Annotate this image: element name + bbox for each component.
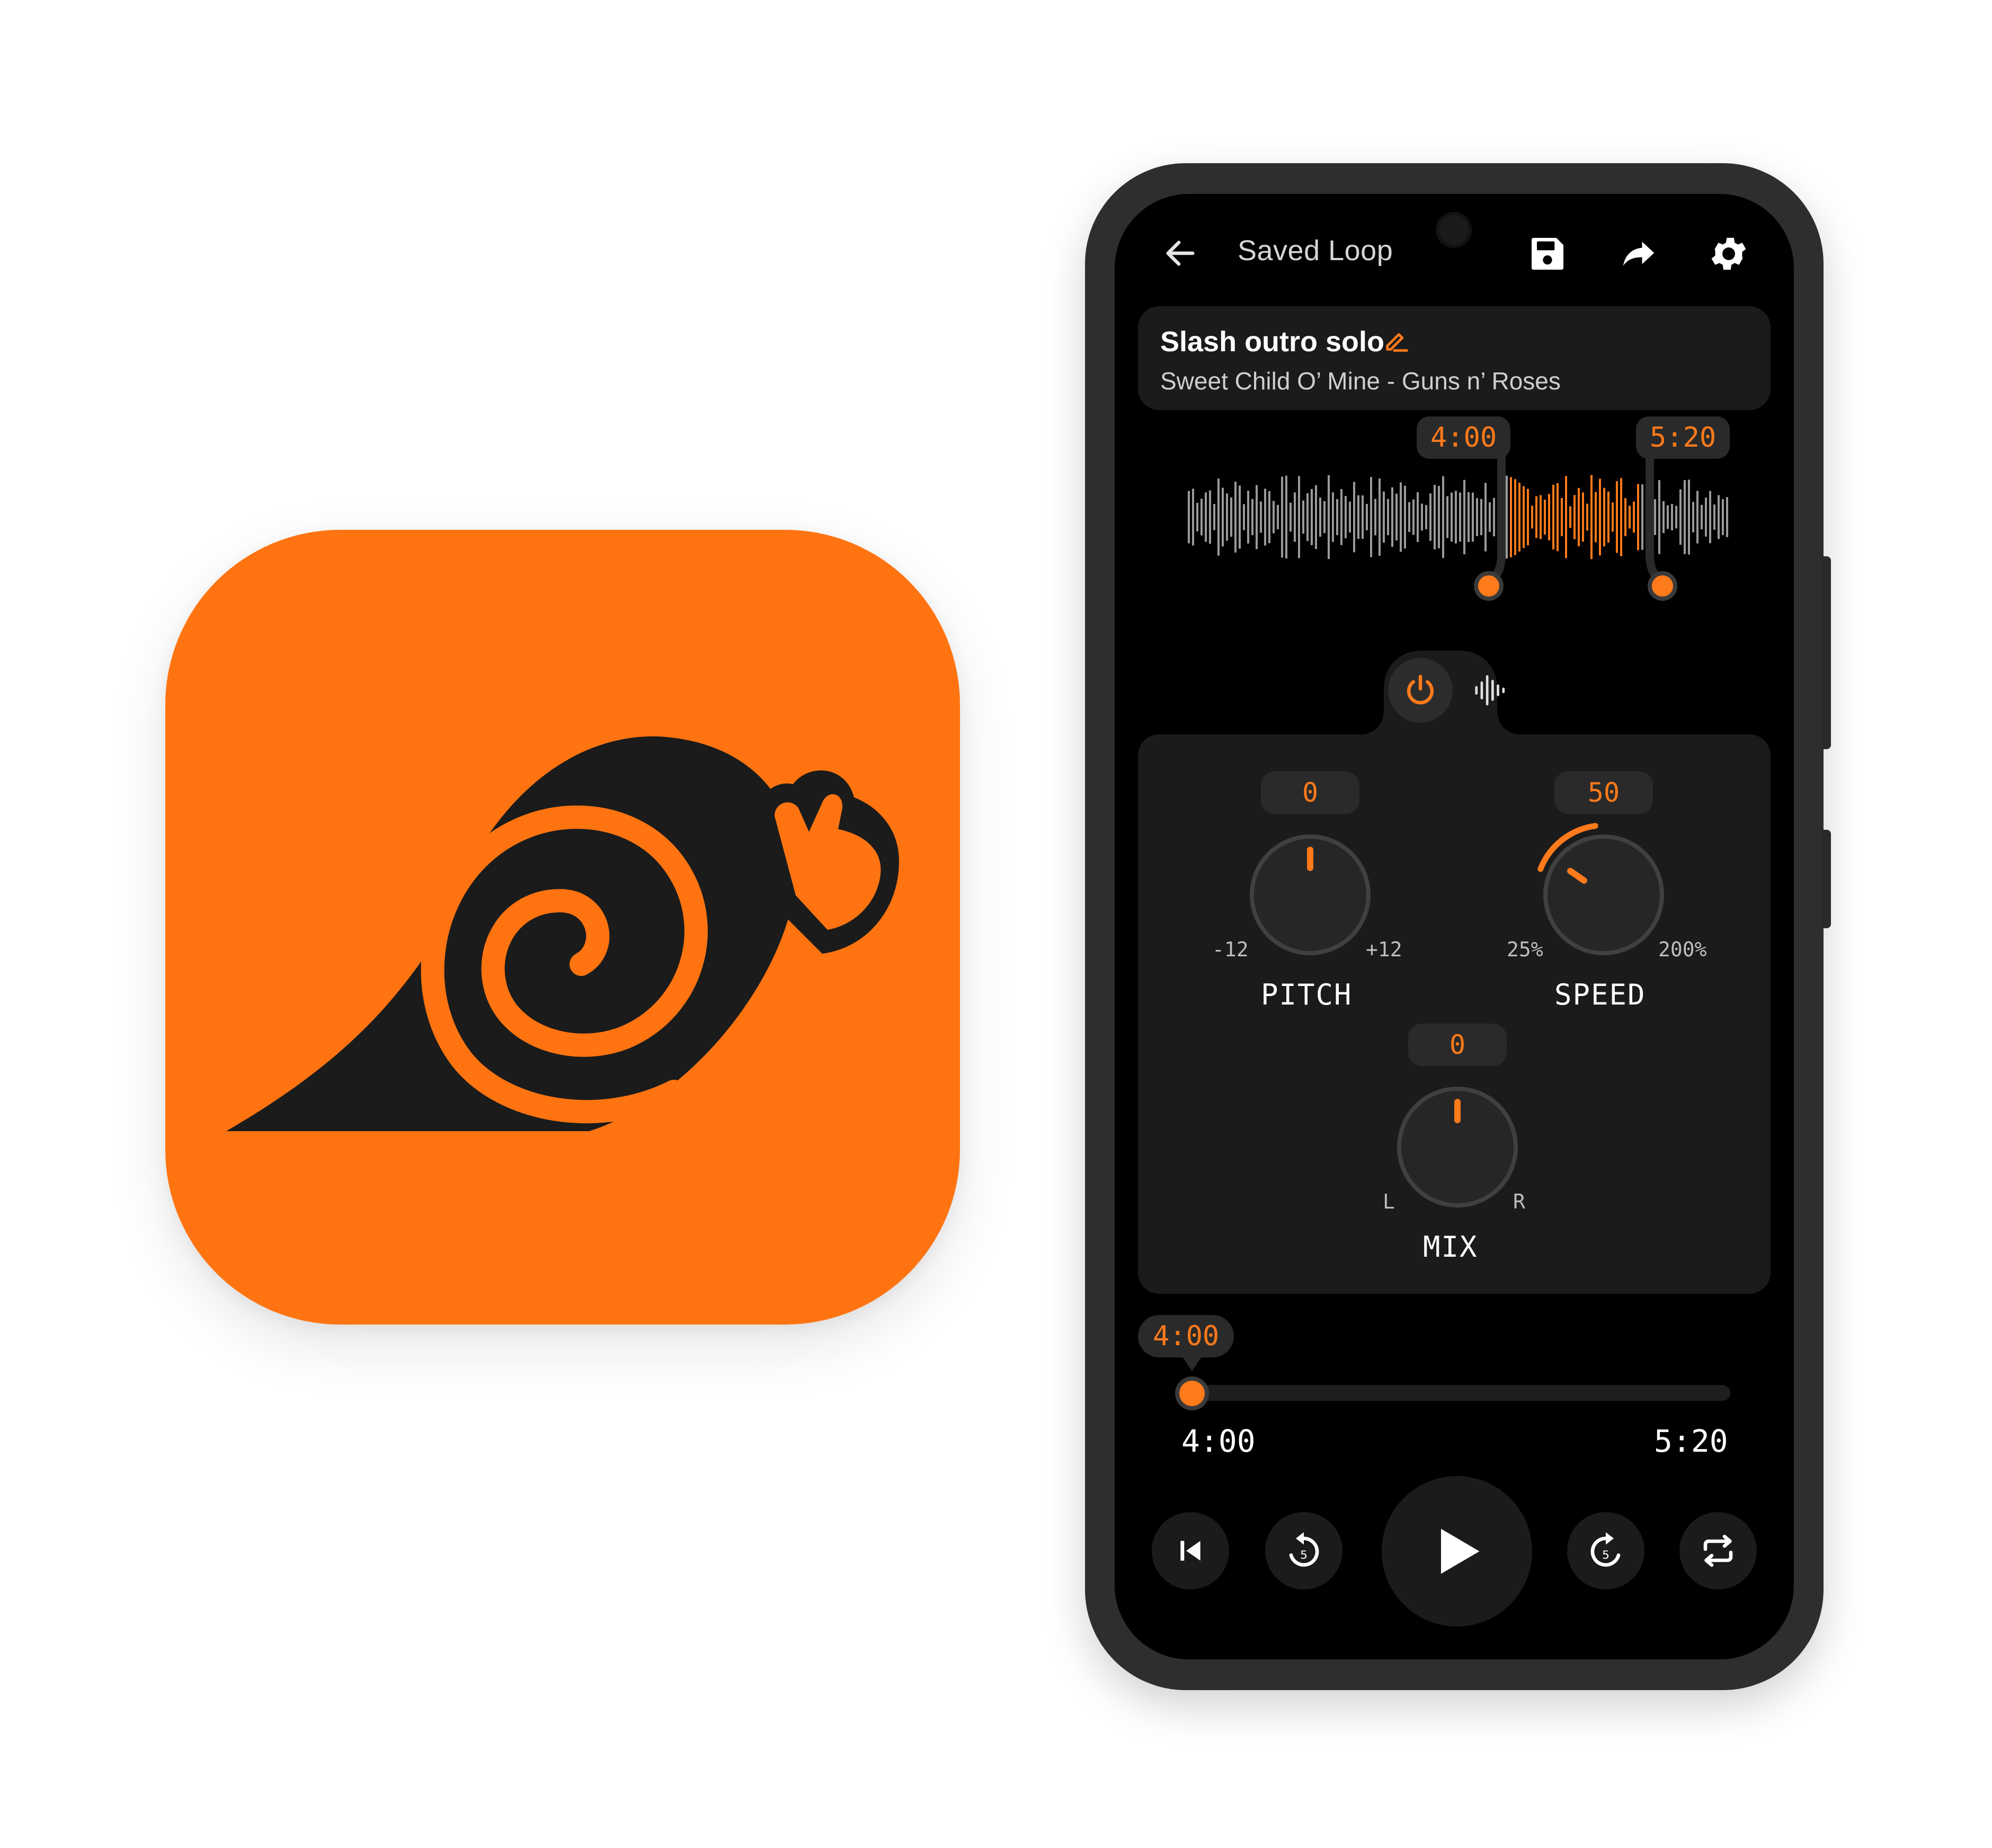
- settings-button[interactable]: [1705, 230, 1753, 278]
- phone-frame: Saved Loop Slash outro solo Sweet Child …: [1085, 163, 1831, 1690]
- rewind-5-icon: 5: [1289, 1532, 1319, 1567]
- power-icon: [1407, 674, 1434, 705]
- camera-cutout: [1436, 212, 1472, 248]
- gear-icon: [1711, 237, 1746, 270]
- skip-back-icon: [1180, 1541, 1200, 1561]
- mix-min: L: [1383, 1190, 1395, 1213]
- rewind-5-button[interactable]: 5: [1265, 1512, 1342, 1589]
- mix-max: R: [1513, 1190, 1525, 1213]
- back-button[interactable]: [1159, 232, 1202, 274]
- share-icon: [1623, 242, 1655, 266]
- tab-effects-power[interactable]: [1388, 658, 1453, 723]
- speed-knob[interactable]: [1537, 823, 1670, 961]
- rewind-label: 5: [1300, 1549, 1308, 1562]
- loop-start-pill[interactable]: 4:00: [1417, 416, 1511, 459]
- seek-pointer: [1181, 1355, 1203, 1371]
- mix-label: MIX: [1423, 1230, 1478, 1264]
- volume-button: [1821, 556, 1831, 749]
- play-icon: [1441, 1529, 1480, 1574]
- speed-max: 200%: [1658, 938, 1707, 961]
- tab-waveform[interactable]: [1458, 658, 1523, 723]
- current-time-pill: 4:00: [1138, 1315, 1234, 1357]
- seek-thumb[interactable]: [1179, 1381, 1205, 1406]
- page-title: Saved Loop: [1238, 235, 1393, 266]
- pitch-min: -12: [1212, 938, 1249, 961]
- waveform-region[interactable]: 4:00 5:20: [1115, 416, 1794, 628]
- loop-end-pill[interactable]: 5:20: [1636, 416, 1730, 459]
- back-arrow-icon: [1166, 241, 1195, 266]
- forward-label: 5: [1602, 1549, 1609, 1562]
- repeat-icon: [1703, 1534, 1733, 1567]
- speed-value: 50: [1554, 771, 1653, 814]
- forward-5-icon: 5: [1590, 1532, 1621, 1567]
- app-icon: [165, 530, 960, 1325]
- save-icon: [1532, 238, 1563, 270]
- waveform-icon: [1475, 675, 1505, 706]
- power-button: [1821, 830, 1831, 928]
- pitch-max: +12: [1366, 938, 1402, 961]
- repeat-button[interactable]: [1679, 1512, 1757, 1589]
- phone-screen: Saved Loop Slash outro solo Sweet Child …: [1115, 194, 1794, 1659]
- seek-start-time: 4:00: [1181, 1423, 1256, 1459]
- pitch-value: 0: [1261, 771, 1359, 814]
- seek-track[interactable]: [1182, 1385, 1730, 1401]
- forward-5-button[interactable]: 5: [1567, 1512, 1644, 1589]
- mix-knob[interactable]: [1391, 1081, 1524, 1213]
- loop-name: Slash outro solo: [1160, 326, 1385, 358]
- pitch-label: PITCH: [1261, 978, 1353, 1011]
- save-button[interactable]: [1524, 230, 1571, 278]
- effects-panel: 0 -12 +12 PITCH 50 25% 200% SPEED 0 L R …: [1138, 734, 1771, 1294]
- loop-info-card: Slash outro solo Sweet Child O’ Mine - G…: [1138, 306, 1771, 410]
- song-subtitle: Sweet Child O’ Mine - Guns n’ Roses: [1160, 367, 1561, 395]
- speed-label: SPEED: [1554, 978, 1646, 1011]
- pencil-edit-icon[interactable]: [1383, 326, 1410, 354]
- play-button[interactable]: [1382, 1476, 1532, 1627]
- snail-logo-icon: [226, 736, 899, 1131]
- effect-tabs: [1354, 651, 1527, 735]
- skip-back-button[interactable]: [1152, 1512, 1229, 1589]
- speed-min: 25%: [1507, 938, 1543, 961]
- share-button[interactable]: [1615, 230, 1662, 278]
- seek-end-time: 5:20: [1654, 1423, 1728, 1459]
- mix-value: 0: [1408, 1024, 1507, 1066]
- pitch-knob[interactable]: [1244, 829, 1376, 961]
